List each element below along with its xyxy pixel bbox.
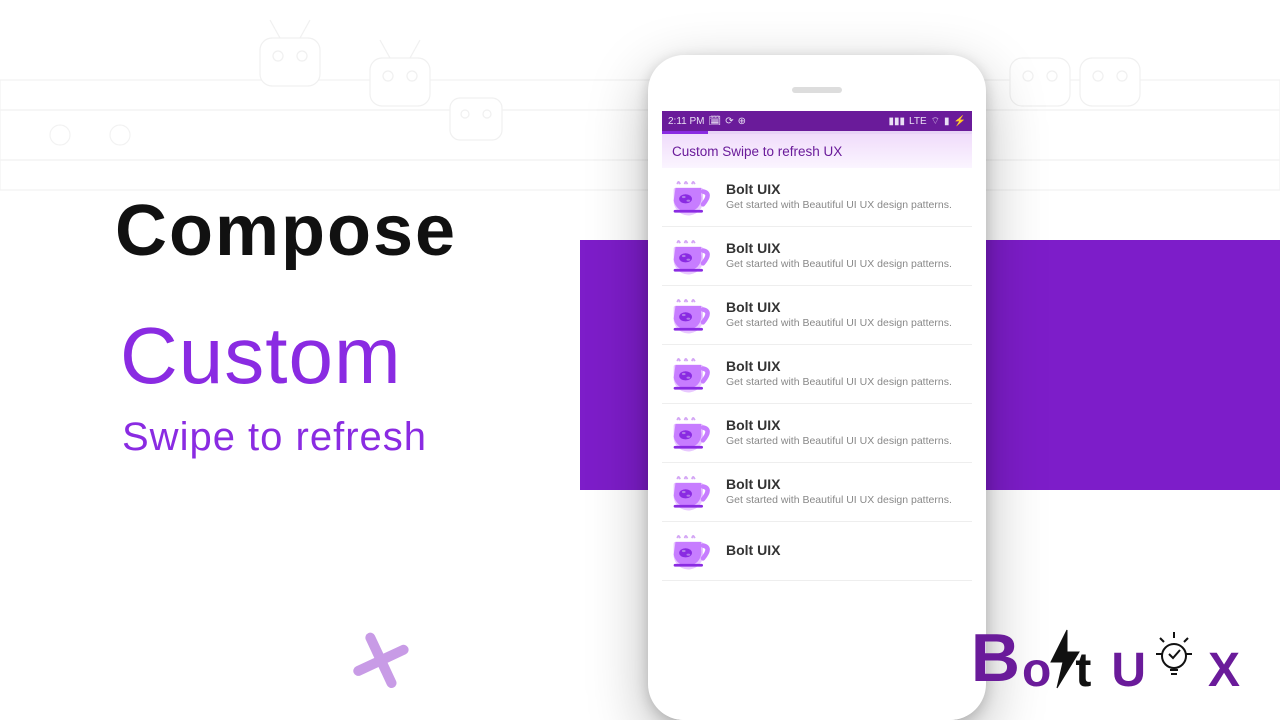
- list-item[interactable]: Bolt UIX Get started with Beautiful UI UX…: [662, 345, 972, 404]
- list-item-text: Bolt UIX Get started with Beautiful UI UX…: [726, 417, 960, 448]
- coffee-cup-icon: [670, 355, 714, 393]
- list-item-title: Bolt UIX: [726, 542, 960, 558]
- list-item[interactable]: Bolt UIX Get started with Beautiful UI UX…: [662, 286, 972, 345]
- phone-mockup: 2:11 PM 🗓 ⟳ ⊕ ▮▮▮ LTE ⌔ ▮ ⚡ Custom Swipe…: [648, 55, 986, 720]
- list-item[interactable]: Bolt UIX Get started with Beautiful UI UX…: [662, 168, 972, 227]
- list-item[interactable]: Bolt UIX: [662, 522, 972, 581]
- list-item-text: Bolt UIX Get started with Beautiful UI UX…: [726, 299, 960, 330]
- heading-compose: Compose: [115, 190, 457, 272]
- cross-decoration-icon: [342, 622, 419, 699]
- list-item-title: Bolt UIX: [726, 417, 960, 433]
- list-item-text: Bolt UIX Get started with Beautiful UI UX…: [726, 358, 960, 389]
- coffee-cup-icon: [670, 296, 714, 334]
- heading-custom: Custom: [120, 310, 402, 402]
- status-bar: 2:11 PM 🗓 ⟳ ⊕ ▮▮▮ LTE ⌔ ▮ ⚡: [662, 111, 972, 131]
- list-item-text: Bolt UIX Get started with Beautiful UI UX…: [726, 181, 960, 212]
- heading-subtitle: Swipe to refresh: [122, 415, 427, 460]
- phone-screen: 2:11 PM 🗓 ⟳ ⊕ ▮▮▮ LTE ⌔ ▮ ⚡ Custom Swipe…: [662, 111, 972, 720]
- list-item-subtitle: Get started with Beautiful UI UX design …: [726, 199, 960, 212]
- list-item-subtitle: Get started with Beautiful UI UX design …: [726, 494, 960, 507]
- list-item-title: Bolt UIX: [726, 181, 960, 197]
- list-item-text: Bolt UIX Get started with Beautiful UI UX…: [726, 240, 960, 271]
- brand-logo: B o t U X: [971, 624, 1240, 692]
- list-item-subtitle: Get started with Beautiful UI UX design …: [726, 376, 960, 389]
- list-item-title: Bolt UIX: [726, 476, 960, 492]
- coffee-cup-icon: [670, 532, 714, 570]
- app-title-bar: Custom Swipe to refresh UX: [662, 134, 972, 168]
- refresh-list[interactable]: Bolt UIX Get started with Beautiful UI UX…: [662, 168, 972, 581]
- wifi-icon: ⌔: [931, 115, 940, 128]
- coffee-cup-icon: [670, 473, 714, 511]
- logo-letter-B: B: [971, 624, 1020, 692]
- logo-letter-X: X: [1208, 649, 1240, 692]
- app-title: Custom Swipe to refresh UX: [672, 144, 842, 159]
- network-label: LTE: [909, 116, 927, 127]
- coffee-cup-icon: [670, 178, 714, 216]
- loading-indicator: [662, 131, 972, 134]
- list-item-subtitle: Get started with Beautiful UI UX design …: [726, 317, 960, 330]
- refresh-icon: ⟳: [725, 116, 733, 127]
- battery-icon: ▮: [944, 116, 950, 127]
- list-item-title: Bolt UIX: [726, 299, 960, 315]
- globe-icon: ⊕: [738, 116, 746, 127]
- coffee-cup-icon: [670, 237, 714, 275]
- coffee-cup-icon: [670, 414, 714, 452]
- lightbulb-icon: [1154, 628, 1194, 680]
- calendar-icon: 🗓: [709, 116, 722, 127]
- list-item-subtitle: Get started with Beautiful UI UX design …: [726, 435, 960, 448]
- phone-top: [648, 55, 986, 103]
- list-item-subtitle: Get started with Beautiful UI UX design …: [726, 258, 960, 271]
- list-item[interactable]: Bolt UIX Get started with Beautiful UI UX…: [662, 404, 972, 463]
- status-time: 2:11 PM: [668, 116, 705, 127]
- list-item-text: Bolt UIX Get started with Beautiful UI UX…: [726, 476, 960, 507]
- list-item-title: Bolt UIX: [726, 358, 960, 374]
- charging-icon: ⚡: [954, 116, 966, 127]
- logo-letter-t: t: [1075, 649, 1091, 692]
- phone-speaker: [792, 87, 842, 93]
- list-item-title: Bolt UIX: [726, 240, 960, 256]
- list-item[interactable]: Bolt UIX Get started with Beautiful UI UX…: [662, 463, 972, 522]
- signal-icon: ▮▮▮: [889, 116, 906, 127]
- list-item[interactable]: Bolt UIX Get started with Beautiful UI UX…: [662, 227, 972, 286]
- list-item-text: Bolt UIX: [726, 542, 960, 560]
- logo-letter-U: U: [1111, 649, 1146, 692]
